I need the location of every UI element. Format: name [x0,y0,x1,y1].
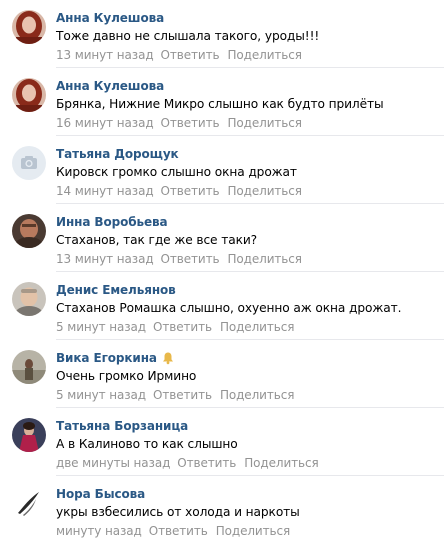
comment-text: Очень громко Ирмино [56,369,197,383]
comment-item: Нора Бысова укры взбесились от холода и … [0,476,444,544]
avatar[interactable] [12,78,46,112]
avatar[interactable] [12,214,46,248]
reply-button[interactable]: Ответить [149,524,208,538]
comment-meta: 13 минут назад Ответить Поделиться [56,48,310,62]
share-button[interactable]: Поделиться [244,456,319,470]
comment-time[interactable]: две минуты назад [56,456,170,470]
comment-time[interactable]: 16 минут назад [56,116,154,130]
reply-button[interactable]: Ответить [153,320,212,334]
comment-meta: 16 минут назад Ответить Поделиться [56,116,310,130]
avatar[interactable] [12,350,46,384]
comment-author[interactable]: Анна Кулешова [56,11,164,25]
share-button[interactable]: Поделиться [227,184,302,198]
share-button[interactable]: Поделиться [220,320,295,334]
comment-author[interactable]: Татьяна Борзаница [56,419,188,433]
avatar-photo-woman-red-hair-icon [12,10,46,44]
comment-meta: 14 минут назад Ответить Поделиться [56,184,310,198]
comment-item: Татьяна Борзаница А в Калиново то как сл… [0,408,444,476]
comment-time[interactable]: 5 минут назад [56,388,146,402]
comment-time[interactable]: 13 минут назад [56,48,154,62]
reply-button[interactable]: Ответить [161,116,220,130]
avatar-photo-outdoor-icon [12,350,46,384]
reply-button[interactable]: Ответить [161,252,220,266]
comment-author[interactable]: Денис Емельянов [56,283,176,297]
comment-item: Вика Егоркина Очень громко Ирмино 5 мину… [0,340,444,408]
comment-item: Анна Кулешова Тоже давно не слышала тако… [0,0,444,68]
avatar[interactable] [12,418,46,452]
comment-time[interactable]: 14 минут назад [56,184,154,198]
comment-author[interactable]: Инна Воробьева [56,215,168,229]
comment-author[interactable]: Вика Егоркина [56,351,157,365]
comment-author[interactable]: Нора Бысова [56,487,145,501]
comment-meta: 5 минут назад Ответить Поделиться [56,388,302,402]
comment-item: Анна Кулешова Брянка, Нижние Микро слышн… [0,68,444,136]
avatar[interactable] [12,282,46,316]
avatar-photo-man-light-icon [12,282,46,316]
avatar-photo-man-dark-icon [12,214,46,248]
comment-item: Денис Емельянов Стаханов Ромашка слышно,… [0,272,444,340]
comment-text: укры взбесились от холода и наркоты [56,505,300,519]
comment-time[interactable]: минуту назад [56,524,142,538]
avatar-photo-feather-icon [12,486,46,520]
share-button[interactable]: Поделиться [220,388,295,402]
comment-text: А в Калиново то как слышно [56,437,238,451]
comment-text: Стаханов Ромашка слышно, охуенно аж окна… [56,301,402,315]
comment-item: Инна Воробьева Стаханов, так где же все … [0,204,444,272]
reply-button[interactable]: Ответить [177,456,236,470]
camera-placeholder-icon [12,146,46,180]
reply-button[interactable]: Ответить [153,388,212,402]
avatar-photo-woman-red-dress-icon [12,418,46,452]
avatar[interactable] [12,146,46,180]
comment-meta: минуту назад Ответить Поделиться [56,524,298,538]
avatar[interactable] [12,486,46,520]
comment-time[interactable]: 5 минут назад [56,320,146,334]
comment-meta: 5 минут назад Ответить Поделиться [56,320,302,334]
share-button[interactable]: Поделиться [227,116,302,130]
reply-button[interactable]: Ответить [161,184,220,198]
avatar[interactable] [12,10,46,44]
comment-meta: 13 минут назад Ответить Поделиться [56,252,310,266]
share-button[interactable]: Поделиться [227,252,302,266]
comment-text: Брянка, Нижние Микро слышно как будто пр… [56,97,384,111]
comment-meta: две минуты назад Ответить Поделиться [56,456,327,470]
share-button[interactable]: Поделиться [216,524,291,538]
comment-text: Тоже давно не слышала такого, уроды!!! [56,29,320,43]
comment-time[interactable]: 13 минут назад [56,252,154,266]
comment-item: Татьяна Дорощук Кировск громко слышно ок… [0,136,444,204]
comment-text: Кировск громко слышно окна дрожат [56,165,297,179]
share-button[interactable]: Поделиться [227,48,302,62]
reply-button[interactable]: Ответить [161,48,220,62]
comment-author[interactable]: Татьяна Дорощук [56,147,179,161]
comment-text: Стаханов, так где же все таки? [56,233,258,247]
avatar-photo-woman-red-hair-icon [12,78,46,112]
bell-icon [162,352,173,365]
comment-author[interactable]: Анна Кулешова [56,79,164,93]
